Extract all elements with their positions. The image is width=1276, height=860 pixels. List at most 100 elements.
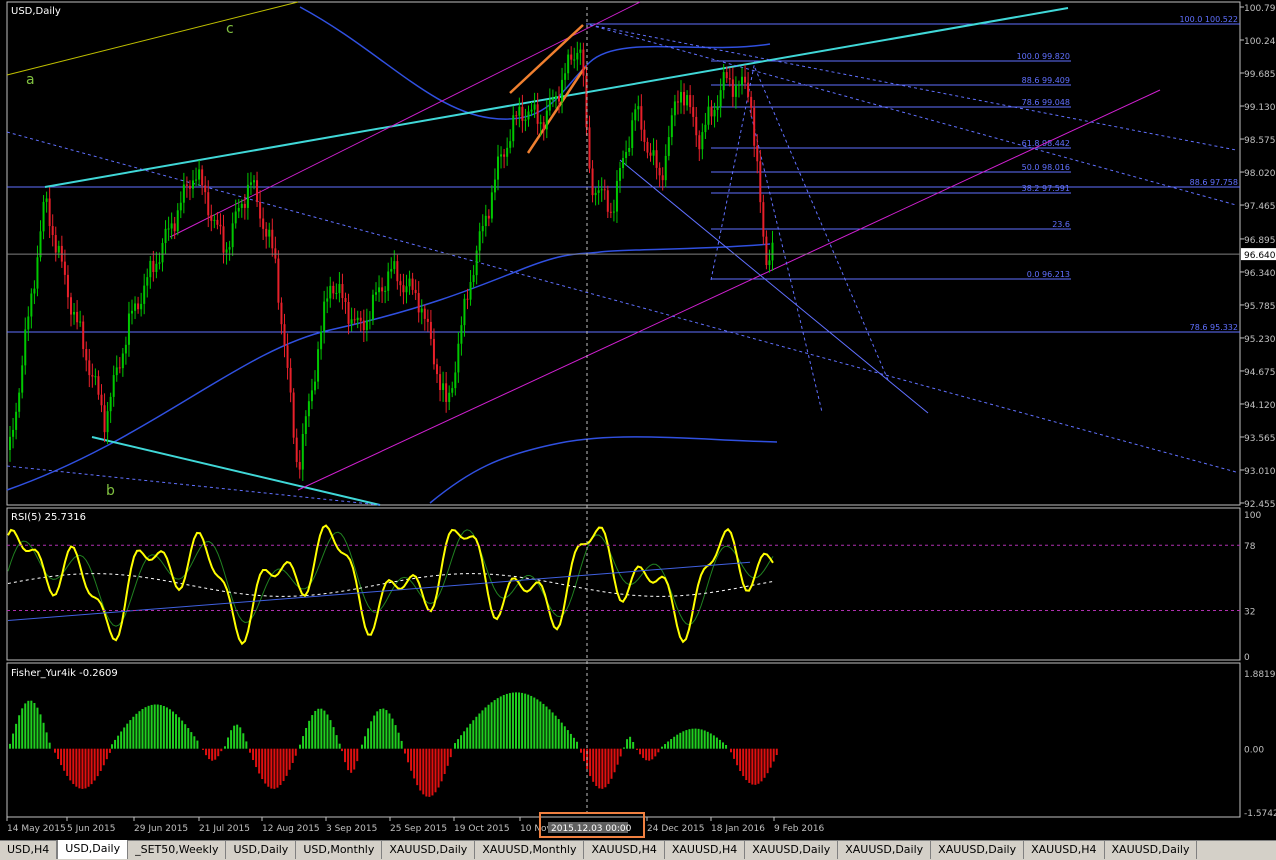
candle-body xyxy=(432,338,435,365)
candle-body xyxy=(457,343,460,373)
fisher-bar xyxy=(291,748,294,763)
fisher-bar xyxy=(220,748,223,752)
chart-tab[interactable]: XAUUSD,H4 xyxy=(584,841,665,859)
chart-canvas[interactable]: 100.0 100.522 100.0 99.820 88.6 99.409 78.6… xyxy=(0,0,1276,840)
candle-body xyxy=(527,111,530,120)
candle-body xyxy=(497,156,499,180)
chart-window[interactable]: 100.0 100.522 100.0 99.820 88.6 99.409 78.6… xyxy=(0,0,1276,859)
candle-body xyxy=(271,229,274,249)
fisher-bar xyxy=(754,748,757,785)
chart-tab[interactable]: USD,H4 xyxy=(0,841,58,859)
fisher-bar xyxy=(478,713,481,749)
fisher-bar xyxy=(493,700,496,749)
candle-body xyxy=(597,190,600,193)
fisher-bar xyxy=(317,708,320,749)
fisher-bar xyxy=(642,748,645,758)
candle-body xyxy=(655,150,658,168)
chart-tab[interactable]: XAUUSD,Daily xyxy=(838,841,932,859)
candle-body xyxy=(18,392,21,412)
candle-body xyxy=(207,192,210,216)
fisher-bar xyxy=(361,744,363,749)
candle-body xyxy=(606,190,609,212)
fisher-bar xyxy=(454,743,456,749)
fib-level-label: 0.0 96.213 xyxy=(1027,270,1070,279)
chart-tab[interactable]: XAUUSD,Daily xyxy=(745,841,839,859)
candle-body xyxy=(219,224,222,227)
fisher-bar xyxy=(211,748,214,761)
fisher-bar xyxy=(664,744,667,749)
fisher-bar xyxy=(449,748,452,758)
candle-body xyxy=(414,289,417,294)
fib-level-label: 38.2 97.591 xyxy=(1022,184,1070,193)
candle-body xyxy=(198,169,201,180)
price-tick-label: 97.465 xyxy=(1244,202,1276,212)
candle-body xyxy=(558,95,560,102)
fisher-bar xyxy=(249,748,251,753)
candle-body xyxy=(603,189,606,191)
fisher-bar xyxy=(162,706,165,749)
fisher-bar xyxy=(111,744,113,749)
fisher-bar xyxy=(27,700,30,749)
fisher-bar xyxy=(132,716,135,749)
fisher-bar xyxy=(376,711,379,749)
fisher-bar xyxy=(15,723,18,749)
candle-body xyxy=(350,319,353,324)
candle-body xyxy=(228,247,231,250)
chart-tab[interactable]: XAUUSD,H4 xyxy=(1024,841,1105,859)
fisher-bar xyxy=(657,748,660,753)
chart-tab[interactable]: USD,Daily xyxy=(226,841,297,859)
fisher-bar xyxy=(156,704,159,749)
candle-body xyxy=(375,292,377,295)
candle-body xyxy=(649,152,652,156)
fisher-bar xyxy=(258,748,261,774)
fisher-bar xyxy=(481,710,484,749)
fisher-bar xyxy=(400,740,403,749)
chart-tab[interactable]: XAUUSD,Daily xyxy=(1105,841,1198,859)
fisher-bar xyxy=(772,748,775,762)
candle-body xyxy=(707,106,710,125)
fisher-bar xyxy=(502,695,505,749)
candle-body xyxy=(155,263,158,273)
candle-body xyxy=(423,308,426,319)
candle-body xyxy=(182,184,185,203)
chart-tab[interactable]: XAUUSD,H4 xyxy=(665,841,746,859)
fisher-bar xyxy=(443,748,446,775)
fisher-bar xyxy=(626,739,629,749)
candle-body xyxy=(567,54,570,74)
candle-body xyxy=(393,261,396,270)
candle-body xyxy=(213,219,216,221)
fisher-bar xyxy=(725,744,728,749)
candle-body xyxy=(619,168,621,181)
candle-body xyxy=(750,96,753,108)
fisher-bar xyxy=(344,748,347,763)
fisher-bar xyxy=(335,735,338,749)
candle-body xyxy=(728,78,731,80)
fisher-bar xyxy=(302,736,305,749)
chart-tab[interactable]: XAUUSD,Daily xyxy=(931,841,1025,859)
fisher-bar xyxy=(648,748,651,761)
candle-body xyxy=(30,293,33,317)
date-tick-label: 24 Dec 2015 xyxy=(647,824,705,834)
fisher-bar xyxy=(379,708,382,749)
fisher-bar xyxy=(165,707,168,749)
fisher-bar xyxy=(457,739,460,749)
chart-tab[interactable]: XAUUSD,Daily xyxy=(382,841,476,859)
price-candles xyxy=(9,41,774,481)
fisher-bar xyxy=(294,748,297,756)
candle-body xyxy=(225,249,228,253)
fisher-bar xyxy=(709,733,712,749)
candle-body xyxy=(295,437,298,463)
fisher-bar xyxy=(84,748,87,789)
candle-body xyxy=(600,189,603,191)
candle-body xyxy=(45,198,48,202)
fisher-bar xyxy=(72,748,75,785)
chart-tab[interactable]: USD,Monthly xyxy=(296,841,383,859)
chart-tab[interactable]: _SET50,Weekly xyxy=(128,841,227,859)
rsi-tick-label: 32 xyxy=(1244,608,1255,618)
fisher-bar xyxy=(245,741,248,749)
rsi-tick-label: 0 xyxy=(1244,653,1250,663)
candle-body xyxy=(625,151,628,159)
chart-tab[interactable]: XAUUSD,Monthly xyxy=(475,841,585,859)
chart-tab[interactable]: USD,Daily xyxy=(57,840,129,859)
candle-body xyxy=(768,260,771,266)
